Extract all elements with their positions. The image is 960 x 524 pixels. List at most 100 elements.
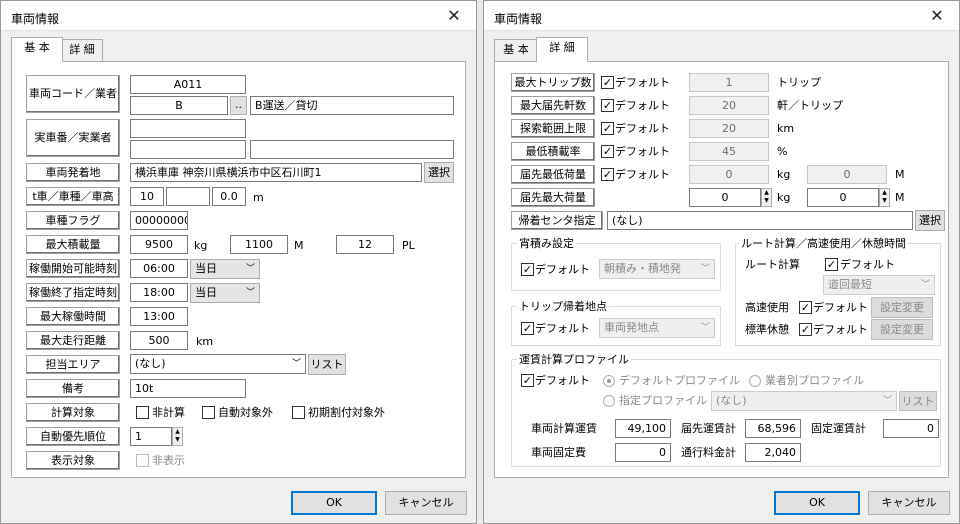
tab-basic[interactable]: 基 本 — [11, 37, 63, 62]
center-field[interactable]: (なし) — [607, 211, 913, 230]
max-load-kg-spinner[interactable]: ▲ ▼ — [761, 188, 772, 207]
ok-button[interactable]: OK — [291, 491, 377, 515]
min-load-m-field[interactable]: 0 — [807, 165, 887, 184]
tab-detail[interactable]: 詳 細 — [61, 39, 103, 61]
max-load-m-field[interactable]: 0 — [807, 188, 879, 207]
start-time-field[interactable]: 06:00 — [130, 259, 188, 278]
vehicle-fare-field: 49,100 — [615, 419, 671, 438]
min-load-kg-field[interactable]: 0 — [689, 165, 769, 184]
area-dropdown[interactable]: (なし) ﹀ — [130, 354, 306, 374]
company-name-field[interactable]: B運送／貸切 — [250, 96, 454, 115]
priority-field[interactable]: 1 — [130, 427, 172, 446]
display-label: 表示対象 — [26, 451, 120, 470]
cancel-button[interactable]: キャンセル — [385, 491, 467, 515]
max-load-m-field[interactable]: 1100 — [230, 235, 288, 254]
fixed-cost-field: 0 — [615, 443, 671, 462]
start-day-dropdown[interactable]: 当日 ﹀ — [190, 259, 260, 279]
loading-value: 朝積み・積地発 — [604, 262, 681, 275]
note-label: 備考 — [26, 379, 120, 398]
real-company-name-field[interactable] — [250, 140, 454, 159]
close-button[interactable]: ✕ — [432, 1, 476, 31]
area-value: (なし) — [135, 357, 166, 370]
stops-unit: 軒／トリップ — [777, 99, 843, 112]
route-default-checkbox[interactable]: ✓ — [825, 258, 838, 271]
company-browse-button[interactable]: .. — [230, 96, 247, 115]
min-rate-field[interactable]: 45 — [689, 142, 769, 161]
ok-button[interactable]: OK — [774, 491, 860, 515]
loading-dropdown[interactable]: 朝積み・積地発 ﹀ — [599, 259, 715, 279]
custom-profile-radio[interactable] — [603, 395, 615, 407]
loading-default-checkbox[interactable]: ✓ — [521, 263, 534, 276]
min-load-default-checkbox[interactable]: ✓ — [601, 168, 614, 181]
profile-list-button[interactable]: リスト — [899, 391, 937, 411]
cancel-button[interactable]: キャンセル — [868, 491, 950, 515]
height-field[interactable]: 0.0 — [212, 187, 246, 206]
return-dropdown[interactable]: 車両発地点 ﹀ — [599, 318, 715, 338]
rest-change-button[interactable]: 設定変更 — [871, 319, 933, 340]
real-company-code-field[interactable] — [130, 140, 246, 159]
ton-field[interactable]: 10 — [130, 187, 164, 206]
vehicle-code-field[interactable]: A011 — [130, 75, 246, 94]
rest-label: 標準休憩 — [745, 323, 789, 336]
tab-basic[interactable]: 基 本 — [494, 39, 538, 61]
min-rate-default-checkbox[interactable]: ✓ — [601, 145, 614, 158]
route-group-title: ルート計算／高速使用／休憩時間 — [739, 237, 908, 250]
depot-select-button[interactable]: 選択 — [424, 162, 454, 183]
rest-default-checkbox[interactable]: ✓ — [799, 323, 812, 336]
hide-checkbox[interactable] — [136, 454, 149, 467]
m-unit: M — [895, 191, 905, 204]
max-trip-default-checkbox[interactable]: ✓ — [601, 76, 614, 89]
max-trip-field[interactable]: 1 — [689, 73, 769, 92]
toll-label: 通行料金計 — [681, 446, 736, 459]
search-range-default-checkbox[interactable]: ✓ — [601, 122, 614, 135]
auto-exclude-checkbox[interactable] — [202, 406, 215, 419]
percent-unit: % — [777, 145, 788, 158]
tab-detail[interactable]: 詳 細 — [536, 37, 588, 62]
default-label: デフォルト — [615, 99, 670, 112]
note-field[interactable]: 10t — [130, 379, 246, 398]
chevron-down-icon: ﹀ — [245, 264, 255, 274]
fixed-fare-field: 0 — [883, 419, 939, 438]
end-day-dropdown[interactable]: 当日 ﹀ — [190, 283, 260, 303]
highway-change-button[interactable]: 設定変更 — [871, 297, 933, 318]
profile-dropdown[interactable]: (なし) ﹀ — [711, 391, 897, 411]
priority-label: 自動優先順位 — [26, 427, 120, 446]
max-load-kg-field[interactable]: 9500 — [130, 235, 188, 254]
no-calc-checkbox[interactable] — [136, 406, 149, 419]
end-time-field[interactable]: 18:00 — [130, 283, 188, 302]
route-dropdown[interactable]: 道回最短 ﹀ — [823, 275, 935, 295]
return-default-checkbox[interactable]: ✓ — [521, 322, 534, 335]
kg-unit: kg — [777, 168, 791, 181]
company-code-field[interactable]: B — [130, 96, 228, 115]
vehicle-type-field[interactable] — [166, 187, 210, 206]
center-select-button[interactable]: 選択 — [915, 210, 945, 231]
highway-default-checkbox[interactable]: ✓ — [799, 301, 812, 314]
real-number-field[interactable] — [130, 119, 246, 138]
chevron-down-icon: ﹀ — [920, 280, 930, 290]
fare-default-checkbox[interactable]: ✓ — [521, 374, 534, 387]
type-flag-field[interactable]: 00000000 — [130, 211, 188, 230]
depot-field[interactable]: 横浜車庫 神奈川県横浜市中区石川町1 — [130, 163, 422, 182]
max-hours-field[interactable]: 13:00 — [130, 307, 188, 326]
default-profile-radio[interactable] — [603, 375, 615, 387]
initial-exclude-checkbox[interactable] — [292, 406, 305, 419]
max-stops-default-checkbox[interactable]: ✓ — [601, 99, 614, 112]
initial-exclude-label: 初期割付対象外 — [308, 406, 385, 419]
end-day-value: 当日 — [195, 286, 217, 299]
company-profile-radio[interactable] — [749, 375, 761, 387]
close-button[interactable]: ✕ — [915, 1, 959, 31]
max-load-m-spinner[interactable]: ▲ ▼ — [879, 188, 890, 207]
height-unit: m — [253, 191, 264, 204]
priority-spinner[interactable]: ▲ ▼ — [172, 427, 183, 446]
default-label: デフォルト — [813, 301, 868, 314]
pl-unit: PL — [402, 239, 415, 252]
max-hours-label: 最大稼働時間 — [26, 307, 120, 326]
km-unit: km — [196, 335, 214, 348]
max-distance-field[interactable]: 500 — [130, 331, 188, 350]
end-time-label: 稼働終了指定時刻 — [26, 283, 120, 302]
search-range-field[interactable]: 20 — [689, 119, 769, 138]
max-load-kg-field[interactable]: 0 — [689, 188, 761, 207]
max-load-pl-field[interactable]: 12 — [336, 235, 394, 254]
area-list-button[interactable]: リスト — [308, 354, 346, 375]
max-stops-field[interactable]: 20 — [689, 96, 769, 115]
